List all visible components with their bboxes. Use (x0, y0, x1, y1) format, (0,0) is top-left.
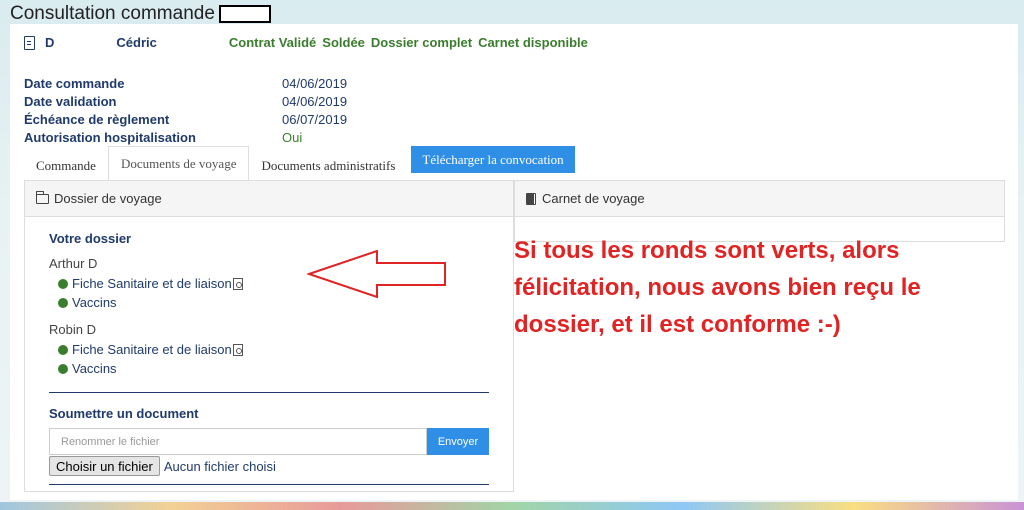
status-list: Contrat Validé Soldée Dossier complet Ca… (229, 35, 588, 50)
red-arrow-annotation (307, 250, 446, 299)
tab-commande[interactable]: Commande (24, 149, 108, 182)
info-value: Oui (282, 129, 303, 145)
info-label: Échéance de règlement (24, 111, 170, 127)
document-icon (24, 35, 35, 50)
status-paid: Soldée (322, 35, 365, 50)
panel-title: Dossier de voyage (54, 191, 162, 206)
info-row: Autorisation hospitalisation Oui (24, 128, 347, 146)
person-name: Robin D (49, 322, 96, 337)
rename-file-input[interactable] (49, 428, 427, 455)
status-dot-icon (58, 297, 68, 308)
download-convocation-button[interactable]: Télécharger la convocation (411, 146, 575, 173)
info-value: 04/06/2019 (282, 75, 348, 91)
panel-header: Carnet de voyage (515, 181, 1004, 217)
info-row: Date validation 04/06/2019 (24, 92, 347, 110)
upload-row: Envoyer (49, 428, 489, 455)
info-label: Autorisation hospitalisation (24, 129, 196, 145)
info-value: 06/07/2019 (282, 111, 348, 127)
redaction-box (218, 5, 271, 23)
annotation-line: félicitation, nous avons bien reçu le (514, 274, 921, 301)
pdf-icon[interactable] (232, 277, 243, 290)
panel-title: Carnet de voyage (542, 191, 645, 206)
client-initial: D (45, 35, 55, 50)
send-button[interactable]: Envoyer (427, 428, 489, 455)
document-item: Fiche Sanitaire et de liaison (58, 340, 489, 359)
page-title: Consultation commande (10, 3, 271, 25)
info-value: 04/06/2019 (282, 93, 348, 109)
status-dot-icon (58, 278, 68, 289)
annotation-text: Si tous les ronds sont verts, alors féli… (514, 232, 1004, 343)
document-link[interactable]: Fiche Sanitaire et de liaison (72, 276, 232, 291)
status-file-complete: Dossier complet (370, 35, 473, 50)
pdf-icon[interactable] (232, 343, 243, 356)
info-label: Date commande (24, 75, 125, 91)
status-dot-icon (58, 344, 68, 355)
info-row: Échéance de règlement 06/07/2019 (24, 110, 347, 128)
document-label: Vaccins (72, 361, 117, 376)
book-icon (526, 192, 536, 205)
person-block: Robin D Fiche Sanitaire et de liaison Va… (49, 322, 489, 378)
divider (49, 392, 489, 393)
upload-title: Soumettre un document (49, 406, 199, 421)
panel-header: Dossier de voyage (25, 181, 513, 217)
annotation-line: dossier, et il est conforme :-) (514, 311, 841, 338)
status-booklet: Carnet disponible (478, 35, 588, 50)
folder-open-icon (36, 190, 49, 204)
document-item: Vaccins (58, 359, 489, 378)
order-header: D Cédric Contrat Validé Soldée Dossier c… (24, 35, 588, 50)
tab-bar: Commande Documents de voyage Documents a… (24, 146, 575, 182)
choose-file-button[interactable]: Choisir un fichier (49, 456, 160, 476)
no-file-label: Aucun fichier choisi (163, 458, 276, 474)
order-info: Date commande 04/06/2019 Date validation… (24, 74, 347, 146)
client-firstname: Cédric (116, 35, 157, 50)
info-row: Date commande 04/06/2019 (24, 74, 347, 92)
file-picker: Choisir un fichier Aucun fichier choisi (49, 456, 489, 476)
page-title-text: Consultation commande (10, 3, 215, 24)
document-label: Vaccins (72, 295, 117, 310)
tab-documents-admin[interactable]: Documents administratifs (249, 149, 407, 182)
travel-file-panel: Dossier de voyage Votre dossier Arthur D… (24, 180, 514, 492)
section-title: Votre dossier (49, 231, 132, 246)
status-contract: Contrat Validé (228, 35, 317, 50)
status-dot-icon (58, 363, 68, 374)
document-link[interactable]: Fiche Sanitaire et de liaison (72, 342, 232, 357)
divider (49, 484, 489, 485)
info-label: Date validation (24, 93, 117, 109)
tab-documents-voyage[interactable]: Documents de voyage (107, 146, 250, 182)
decorative-strip (0, 502, 1024, 510)
annotation-line: Si tous les ronds sont verts, alors (514, 237, 900, 264)
